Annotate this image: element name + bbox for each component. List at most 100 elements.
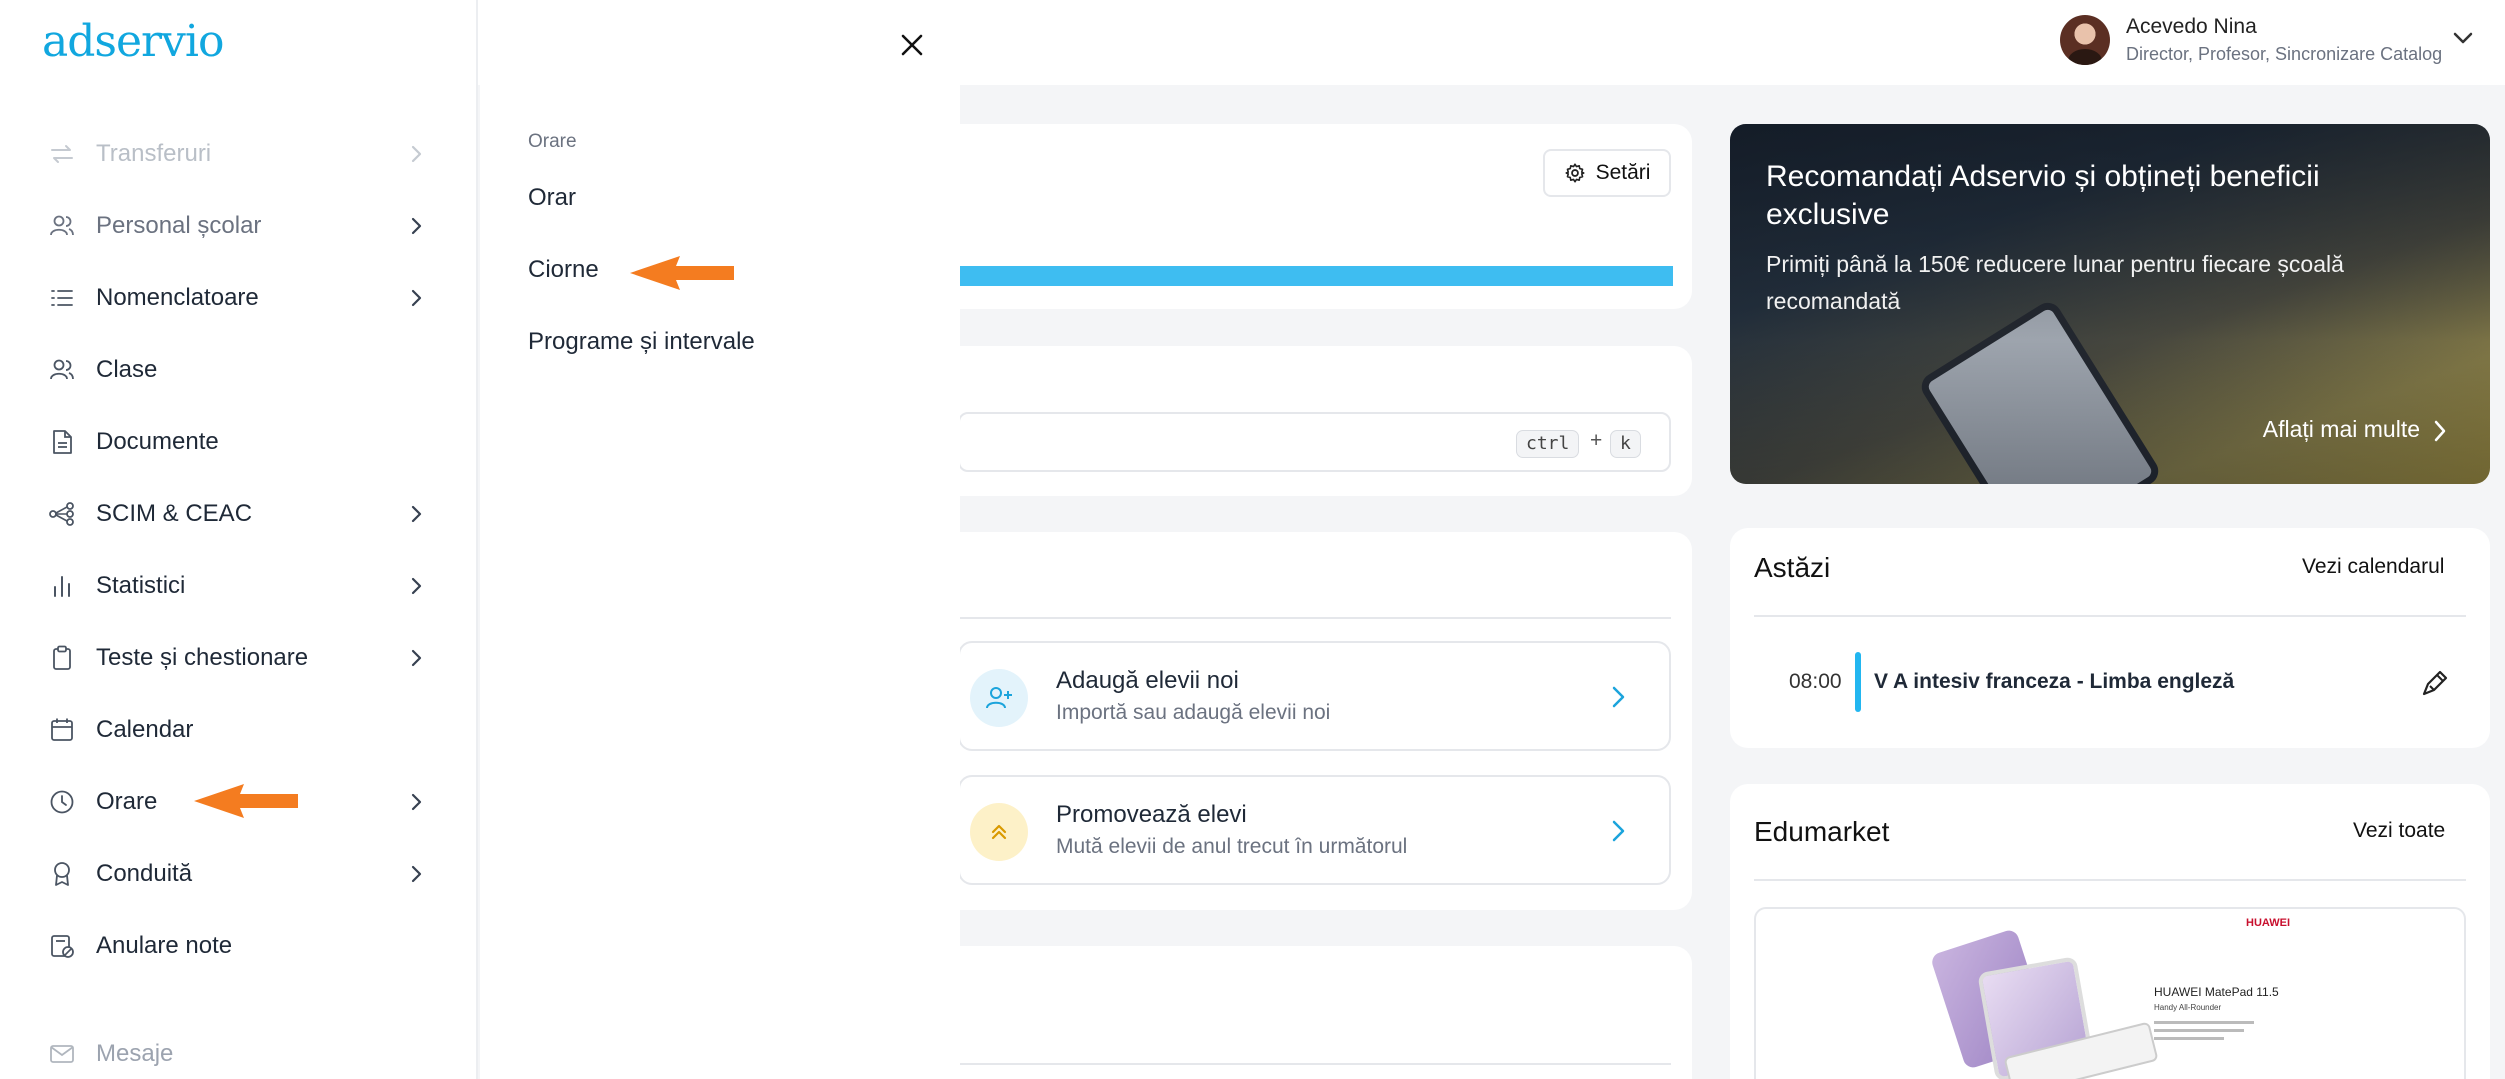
avatar: [2060, 14, 2110, 65]
chevron-right-icon: [2434, 420, 2446, 442]
sidebar-item-clase[interactable]: Clase: [48, 342, 432, 398]
add-students-action[interactable]: Adaugă elevii noi Importă sau adaugă ele…: [958, 641, 1671, 751]
banner-title: Recomandați Adservio și obțineți benefic…: [1766, 160, 2320, 231]
sidebar-item-label: Conduită: [96, 860, 193, 887]
sidebar-item-nomenclatoare[interactable]: Nomenclatoare: [48, 270, 432, 326]
sidebar-item-label: Mesaje: [96, 1040, 174, 1067]
kbd-ctrl: ctrl: [1516, 430, 1580, 458]
sidebar-item-anulare-note[interactable]: Anulare note: [48, 918, 432, 974]
kbd-k: k: [1610, 430, 1641, 458]
users-icon: [48, 356, 76, 384]
gear-icon: [1565, 163, 1585, 183]
settings-label: Setări: [1595, 161, 1651, 184]
calendar-icon: [48, 716, 76, 744]
action-subtitle: Importă sau adaugă elevii noi: [1056, 701, 1331, 724]
cancel-grade-icon: [48, 932, 76, 960]
chevron-right-icon: [411, 145, 422, 163]
product-name: HUAWEI MatePad 11.5: [2154, 985, 2279, 999]
divider: [1754, 879, 2466, 881]
bar-chart-icon: [48, 572, 76, 600]
user-roles: Director, Profesor, Sincronizare Catalog: [2126, 44, 2443, 65]
divider: [958, 1063, 1671, 1065]
chevron-right-icon: [411, 505, 422, 523]
product-card[interactable]: HUAWEI HUAWEI MatePad 11.5 Handy All-Rou…: [1754, 907, 2466, 1079]
progress-bar: [958, 266, 1673, 286]
annotation-arrow-icon: [630, 256, 734, 290]
sidebar-item-transferuri[interactable]: Transferuri: [48, 126, 432, 182]
annotation-arrow-icon: [194, 784, 298, 818]
chevron-right-icon: [411, 865, 422, 883]
list-icon: [48, 284, 76, 312]
action-title: Adaugă elevii noi: [1056, 667, 1239, 694]
sidebar-item-label: Clase: [96, 356, 158, 383]
view-all-link[interactable]: Vezi toate: [2353, 819, 2445, 843]
sidebar-item-label: Nomenclatoare: [96, 284, 259, 311]
submenu-item-orar[interactable]: Orar: [528, 184, 576, 212]
users-icon: [48, 212, 76, 240]
chevron-right-icon: [411, 793, 422, 811]
divider: [958, 617, 1671, 619]
chevrons-up-icon: [970, 803, 1028, 861]
chevron-right-icon: [411, 217, 422, 235]
kbd-plus: +: [1590, 429, 1603, 452]
transfer-icon: [48, 140, 76, 168]
sidebar-item-label: Documente: [96, 428, 219, 455]
user-name: Acevedo Nina: [2126, 15, 2257, 38]
document-icon: [48, 428, 76, 456]
sidebar-item-personal-scolar[interactable]: Personal școlar: [48, 198, 432, 254]
sidebar-item-statistici[interactable]: Statistici: [48, 558, 432, 614]
sidebar-item-label: Transferuri: [96, 140, 212, 167]
divider: [1754, 615, 2466, 617]
user-menu[interactable]: Acevedo Nina Director, Profesor, Sincron…: [2060, 14, 2442, 66]
mail-icon: [48, 1040, 76, 1068]
sidebar-item-label: Personal școlar: [96, 212, 262, 239]
action-subtitle: Mută elevii de anul trecut în următorul: [1056, 835, 1408, 858]
action-title: Promovează elevi: [1056, 801, 1247, 828]
chevron-right-icon: [411, 289, 422, 307]
chevron-right-icon: [411, 649, 422, 667]
sidebar-item-teste-chestionare[interactable]: Teste și chestionare: [48, 630, 432, 686]
banner-subtitle: Primiți până la 150€ reducere lunar pent…: [1766, 251, 2344, 314]
chevron-right-icon: [1612, 686, 1625, 708]
close-icon: [901, 34, 923, 56]
chevron-right-icon: [1612, 820, 1625, 842]
event-marker: [1855, 652, 1861, 712]
event-title[interactable]: V A intesiv franceza - Limba engleză: [1874, 670, 2234, 694]
submenu-header: Orare: [528, 131, 577, 152]
chevron-right-icon: [411, 577, 422, 595]
chevron-down-icon[interactable]: [2448, 26, 2478, 52]
referral-banner[interactable]: Recomandați Adservio și obțineți benefic…: [1730, 124, 2490, 484]
learn-more-link[interactable]: Aflați mai multe: [2263, 416, 2420, 443]
clock-icon: [48, 788, 76, 816]
settings-button[interactable]: Setări: [1543, 149, 1671, 197]
promote-students-action[interactable]: Promovează elevi Mută elevii de anul tre…: [958, 775, 1671, 885]
today-title: Astăzi: [1754, 552, 1831, 583]
logo[interactable]: adservio: [42, 16, 224, 67]
search-input[interactable]: ctrl + k: [958, 412, 1671, 472]
add-user-icon: [970, 669, 1028, 727]
sidebar-item-documente[interactable]: Documente: [48, 414, 432, 470]
submenu-item-ciorne[interactable]: Ciorne: [528, 256, 599, 284]
submenu-item-programe-intervale[interactable]: Programe și intervale: [528, 328, 755, 356]
submenu-panel: [480, 0, 960, 1079]
sidebar-item-conduita[interactable]: Conduită: [48, 846, 432, 902]
sidebar-item-label: SCIM & CEAC: [96, 500, 253, 527]
sidebar-item-scim-ceac[interactable]: SCIM & CEAC: [48, 486, 432, 542]
sidebar-item-label: Statistici: [96, 572, 186, 599]
product-tagline: Handy All-Rounder: [2154, 1003, 2222, 1012]
view-calendar-link[interactable]: Vezi calendarul: [2302, 555, 2444, 579]
share-nodes-icon: [48, 500, 76, 528]
sidebar-item-label: Teste și chestionare: [96, 644, 309, 671]
sidebar-item-label: Orare: [96, 788, 158, 815]
sidebar-item-label: Anulare note: [96, 932, 233, 959]
edumarket-title: Edumarket: [1754, 816, 1890, 847]
sidebar-item-calendar[interactable]: Calendar: [48, 702, 432, 758]
sidebar-item-label: Calendar: [96, 716, 194, 743]
sidebar: adservio Transferuri Personal școlar Nom…: [0, 0, 478, 1079]
clipboard-icon: [48, 644, 76, 672]
badge-icon: [48, 860, 76, 888]
pen-icon[interactable]: [2418, 666, 2452, 700]
close-button[interactable]: [895, 28, 929, 62]
event-time: 08:00: [1789, 670, 1842, 693]
sidebar-item-mesaje[interactable]: Mesaje: [48, 1026, 432, 1079]
